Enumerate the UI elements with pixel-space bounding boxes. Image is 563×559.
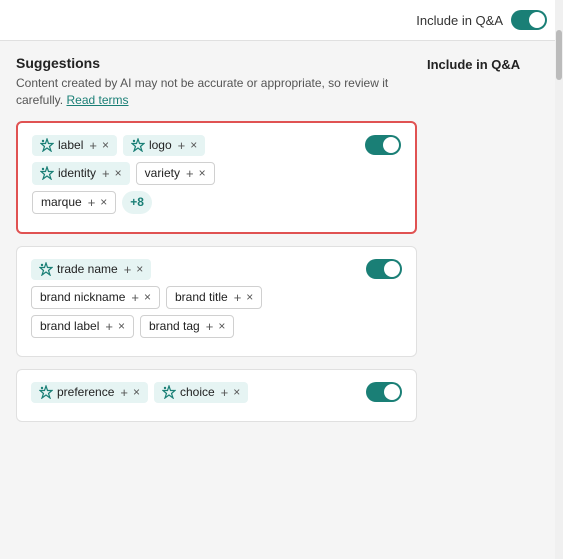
- tag-text: label: [58, 138, 83, 152]
- tag-preference: preference + ×: [31, 382, 148, 403]
- tag-plus[interactable]: +: [89, 138, 97, 153]
- tag-close[interactable]: ×: [102, 138, 109, 152]
- tag-brand-label: brand label + ×: [31, 315, 134, 338]
- main-content: Suggestions Content created by AI may no…: [0, 41, 563, 448]
- tag-plus[interactable]: +: [131, 290, 139, 305]
- tag-label: label + ×: [32, 135, 117, 156]
- scrollbar[interactable]: [555, 0, 563, 559]
- top-toggle-label: Include in Q&A: [416, 13, 503, 28]
- tag-plus[interactable]: +: [120, 385, 128, 400]
- tag-trade-name: trade name + ×: [31, 259, 151, 280]
- tag-text: identity: [58, 166, 96, 180]
- tag-row-1-2: brand label + × brand tag + ×: [31, 315, 402, 338]
- left-panel: Suggestions Content created by AI may no…: [16, 55, 417, 434]
- ai-icon: [40, 138, 54, 152]
- tag-close[interactable]: ×: [233, 385, 240, 399]
- tag-text: preference: [57, 385, 114, 399]
- tag-text: choice: [180, 385, 215, 399]
- ai-icon: [40, 166, 54, 180]
- tag-plus[interactable]: +: [186, 166, 194, 181]
- tag-plus[interactable]: +: [234, 290, 242, 305]
- read-terms-link[interactable]: Read terms: [66, 93, 128, 107]
- tag-close[interactable]: ×: [199, 166, 206, 180]
- tag-row-1-0: trade name + ×: [31, 259, 402, 280]
- tag-row-0-0: label + × logo + ×: [32, 135, 401, 156]
- cards-container: label+× logo+× identity+×variety+×marque…: [16, 121, 417, 422]
- tag-identity: identity + ×: [32, 162, 130, 185]
- toggle-switch-1[interactable]: [366, 259, 402, 279]
- tag-row-1-1: brand nickname + × brand title + ×: [31, 286, 402, 309]
- suggestions-title: Suggestions: [16, 55, 417, 71]
- tag-close[interactable]: ×: [218, 319, 225, 333]
- tag-brand-title: brand title + ×: [166, 286, 262, 309]
- tag-plus[interactable]: +: [178, 138, 186, 153]
- toggle-switch-2[interactable]: [366, 382, 402, 402]
- tag-text: trade name: [57, 262, 118, 276]
- tag-close[interactable]: ×: [133, 385, 140, 399]
- tag-plus[interactable]: +: [206, 319, 214, 334]
- tag-close[interactable]: ×: [115, 166, 122, 180]
- page-wrapper: Include in Q&A Suggestions Content creat…: [0, 0, 563, 559]
- tag-marque: marque + ×: [32, 191, 116, 214]
- tag-text: brand tag: [149, 319, 200, 333]
- tag-text: brand title: [175, 290, 228, 304]
- card-card1: label+× logo+× identity+×variety+×marque…: [16, 121, 417, 234]
- tag-row-2-0: preference + × choice + ×: [31, 382, 402, 403]
- scrollbar-knob[interactable]: [556, 30, 562, 80]
- tag-brand-nickname: brand nickname + ×: [31, 286, 160, 309]
- tag-brand-tag: brand tag + ×: [140, 315, 234, 338]
- ai-icon: [39, 385, 53, 399]
- tag-plus[interactable]: +: [221, 385, 229, 400]
- card-card2: trade name + × brand nickname + × brand title +…: [16, 246, 417, 357]
- tag-row-0-2: marque + × +8: [32, 191, 401, 214]
- tag-close[interactable]: ×: [118, 319, 125, 333]
- tag-text: brand nickname: [40, 290, 125, 304]
- tag-text: variety: [145, 166, 180, 180]
- top-bar: Include in Q&A: [0, 0, 563, 41]
- card-toggle-2[interactable]: [366, 382, 402, 405]
- top-toggle[interactable]: [511, 10, 547, 30]
- tag-plus[interactable]: +: [105, 319, 113, 334]
- card-toggle-0[interactable]: [365, 135, 401, 158]
- toggle-switch-0[interactable]: [365, 135, 401, 155]
- tag-text: brand label: [40, 319, 99, 333]
- tag-close[interactable]: ×: [144, 290, 151, 304]
- tag-plus[interactable]: +: [102, 166, 110, 181]
- more-badge[interactable]: +8: [122, 191, 152, 214]
- tag-text: logo: [149, 138, 172, 152]
- tag-plus[interactable]: +: [124, 262, 132, 277]
- tag-row-0-1: identity + × variety + ×: [32, 162, 401, 185]
- tag-close[interactable]: ×: [100, 195, 107, 209]
- suggestions-header: Suggestions Content created by AI may no…: [16, 55, 417, 109]
- tag-variety: variety + ×: [136, 162, 215, 185]
- tag-close[interactable]: ×: [136, 262, 143, 276]
- include-label: Include in Q&A: [427, 55, 547, 72]
- tag-close[interactable]: ×: [246, 290, 253, 304]
- ai-icon: [162, 385, 176, 399]
- tag-choice: choice + ×: [154, 382, 248, 403]
- right-panel: Include in Q&A: [417, 55, 547, 434]
- card-card3: preference + × choice + ×: [16, 369, 417, 422]
- tag-plus[interactable]: +: [88, 195, 96, 210]
- tag-close[interactable]: ×: [190, 138, 197, 152]
- ai-icon: [131, 138, 145, 152]
- ai-icon: [39, 262, 53, 276]
- suggestions-desc: Content created by AI may not be accurat…: [16, 75, 417, 109]
- tag-text: marque: [41, 195, 82, 209]
- card-toggle-1[interactable]: [366, 259, 402, 282]
- tag-logo: logo + ×: [123, 135, 205, 156]
